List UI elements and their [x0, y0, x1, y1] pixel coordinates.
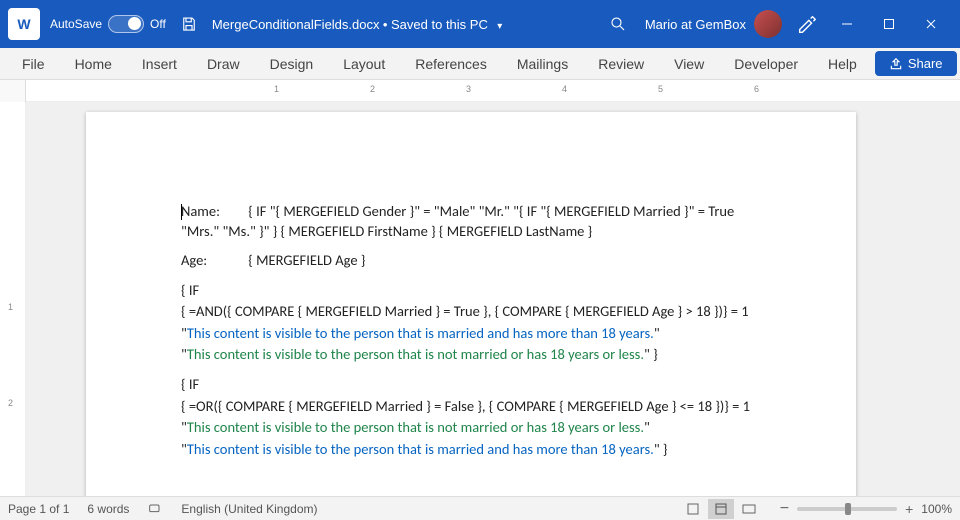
if-block-2-formula: { =OR({ COMPARE { MERGEFIELD Married } =… — [181, 397, 771, 417]
focus-view-button[interactable] — [680, 499, 706, 519]
spellcheck-icon[interactable] — [147, 501, 163, 517]
filename[interactable]: MergeConditionalFields.docx • Saved to t… — [212, 17, 502, 32]
search-icon[interactable] — [609, 15, 627, 33]
save-icon[interactable] — [180, 15, 198, 33]
tab-view[interactable]: View — [660, 50, 718, 78]
ruler-horizontal[interactable]: 1 2 3 4 5 6 — [0, 80, 960, 102]
tab-file[interactable]: File — [8, 50, 59, 78]
close-button[interactable] — [910, 0, 952, 48]
if-block-2-open: { IF — [181, 375, 771, 395]
toggle-switch[interactable] — [108, 15, 144, 33]
page-viewport[interactable]: Name: { IF "{ MERGEFIELD Gender }" = "Ma… — [26, 102, 960, 496]
print-layout-button[interactable] — [708, 499, 734, 519]
age-field: { MERGEFIELD Age } — [248, 251, 365, 269]
share-icon — [889, 57, 903, 71]
maximize-button[interactable] — [868, 0, 910, 48]
tab-review[interactable]: Review — [584, 50, 658, 78]
if-block-1-formula: { =AND({ COMPARE { MERGEFIELD Married } … — [181, 302, 771, 322]
statusbar: Page 1 of 1 6 words English (United King… — [0, 496, 960, 520]
minimize-button[interactable] — [826, 0, 868, 48]
share-button[interactable]: Share — [875, 51, 957, 76]
tab-developer[interactable]: Developer — [720, 50, 812, 78]
tab-insert[interactable]: Insert — [128, 50, 191, 78]
page[interactable]: Name: { IF "{ MERGEFIELD Gender }" = "Ma… — [86, 112, 856, 496]
if-block-1-open: { IF — [181, 281, 771, 301]
tab-home[interactable]: Home — [61, 50, 126, 78]
language-status[interactable]: English (United Kingdom) — [181, 502, 317, 516]
web-layout-button[interactable] — [736, 499, 762, 519]
pen-icon[interactable] — [796, 13, 818, 35]
if-block-1-true: This content is visible to the person th… — [187, 324, 654, 342]
page-status[interactable]: Page 1 of 1 — [8, 502, 69, 516]
avatar — [754, 10, 782, 38]
autosave-state: Off — [150, 17, 166, 31]
if-block-1-false: This content is visible to the person th… — [187, 345, 644, 363]
tab-references[interactable]: References — [401, 50, 501, 78]
document-content[interactable]: Name: { IF "{ MERGEFIELD Gender }" = "Ma… — [181, 202, 771, 459]
autosave-toggle[interactable]: AutoSave Off — [50, 15, 166, 33]
ruler-vertical[interactable]: 1 2 — [0, 102, 26, 496]
tab-draw[interactable]: Draw — [193, 50, 254, 78]
document-area: 1 2 Name: { IF "{ MERGEFIELD Gender }" =… — [0, 102, 960, 496]
tab-layout[interactable]: Layout — [329, 50, 399, 78]
view-buttons — [680, 499, 762, 519]
tab-design[interactable]: Design — [256, 50, 328, 78]
titlebar: W AutoSave Off MergeConditionalFields.do… — [0, 0, 960, 48]
zoom-control: − + 100% — [780, 500, 952, 518]
if-block-2-true: This content is visible to the person th… — [187, 418, 644, 436]
tab-help[interactable]: Help — [814, 50, 871, 78]
user-account[interactable]: Mario at GemBox — [645, 10, 782, 38]
zoom-slider[interactable] — [797, 507, 897, 511]
ribbon-tabs: File Home Insert Draw Design Layout Refe… — [0, 48, 960, 80]
zoom-in-button[interactable]: + — [905, 501, 913, 517]
zoom-level[interactable]: 100% — [921, 502, 952, 516]
tab-mailings[interactable]: Mailings — [503, 50, 582, 78]
word-count[interactable]: 6 words — [87, 502, 129, 516]
name-field: { IF "{ MERGEFIELD Gender }" = "Male" "M… — [181, 202, 734, 240]
chevron-down-icon: ▾ — [497, 21, 502, 32]
autosave-label: AutoSave — [50, 17, 102, 31]
name-label: Name: — [181, 202, 245, 222]
word-icon: W — [8, 8, 40, 40]
if-block-2-false: This content is visible to the person th… — [187, 440, 654, 458]
age-label: Age: — [181, 251, 245, 271]
zoom-out-button[interactable]: − — [780, 500, 789, 518]
